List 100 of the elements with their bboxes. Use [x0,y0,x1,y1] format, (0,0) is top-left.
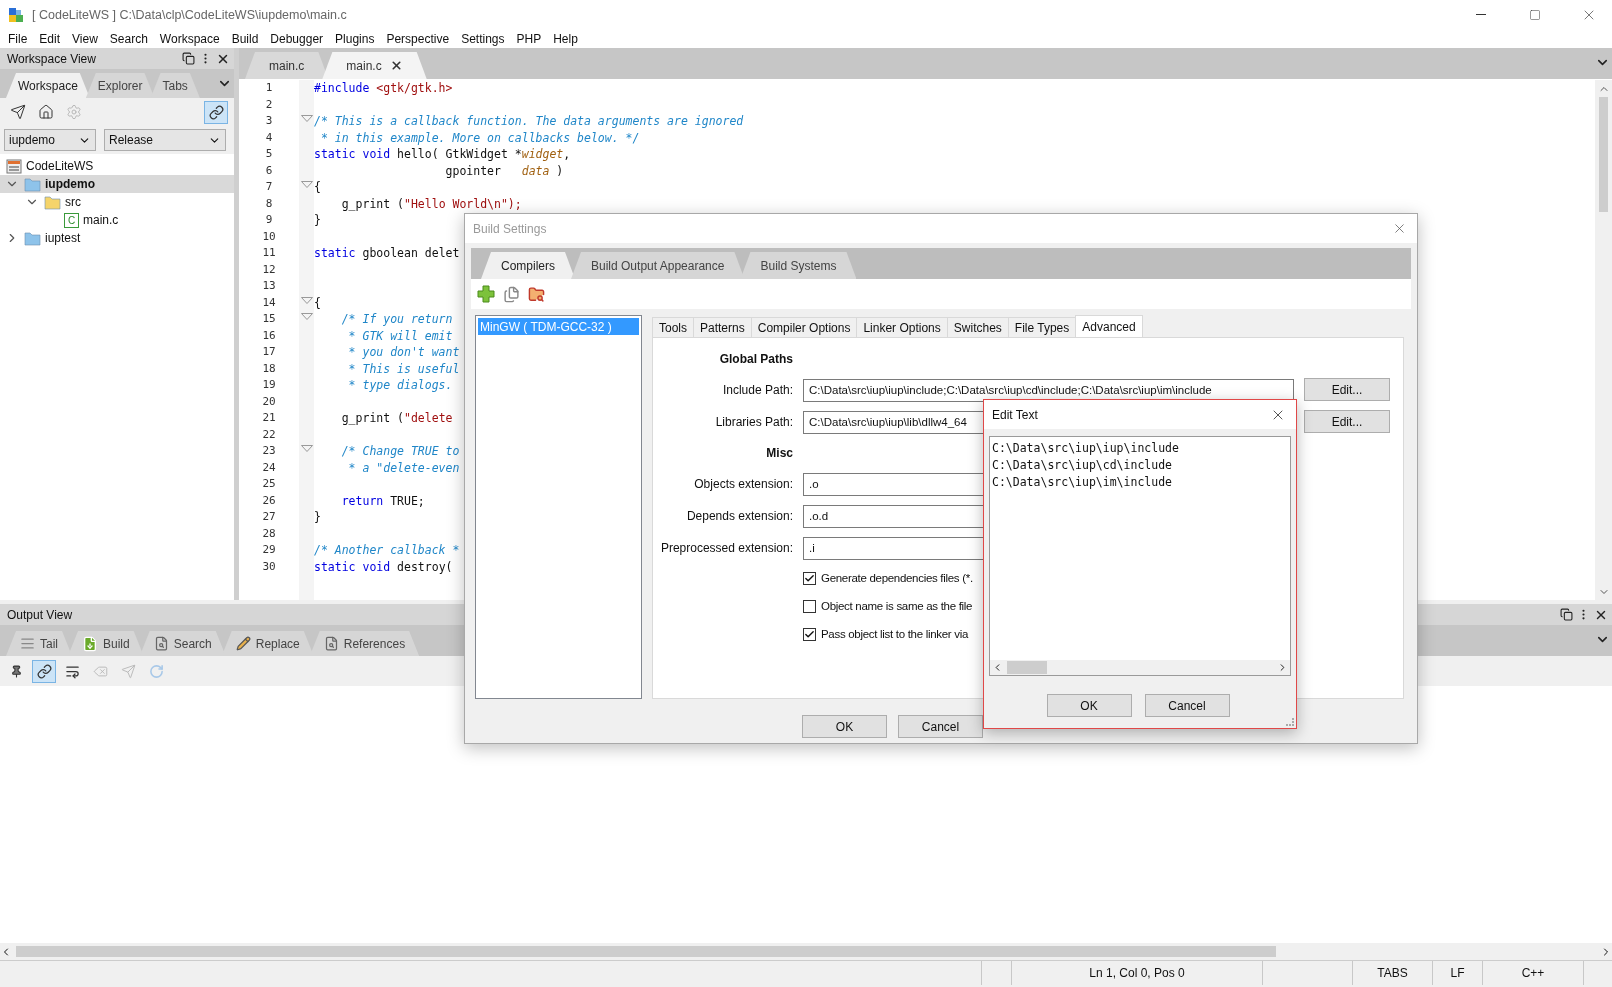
line-number: 4 [264,129,274,146]
tab[interactable]: Build Systems [740,252,857,279]
house-icon [38,104,54,120]
project-dropdown[interactable]: iupdemo [4,129,96,151]
text-area[interactable]: C:\Data\src\iup\iup\include C:\Data\src\iup\cd\include C:\Data\src\iup\im\include [989,436,1291,676]
code-line: /* Change TRUE to [340,443,460,460]
dialog-title: Build Settings [473,221,548,236]
line-number: 22 [261,426,277,443]
menu-item[interactable]: Search [103,31,154,46]
horizontal-scrollbar[interactable] [990,660,1290,675]
menu-item[interactable]: Edit [33,31,67,46]
folder-search-icon[interactable] [528,285,545,303]
dialog-button[interactable]: OK [1046,694,1132,717]
toolbar-button[interactable] [204,100,228,124]
scrollbar-thumb[interactable] [1599,97,1608,212]
fold-marker-icon[interactable] [300,296,313,304]
file-tab[interactable]: main.c [322,52,427,79]
line-number: 11 [261,245,277,261]
float-icon[interactable] [1560,608,1573,621]
code-line: #include <gtk/gtk.h> [314,80,453,97]
menu-item[interactable]: Build [225,31,265,46]
tree-item[interactable]: iupdemo [0,175,234,193]
tab[interactable]: References [309,631,420,656]
menu-item[interactable]: Settings [455,31,511,46]
tab[interactable]: Tail [6,631,72,656]
line-number: 3 [264,113,274,129]
tab[interactable]: Build Output Appearance [571,252,745,279]
copy-icon[interactable] [503,285,520,303]
menu-item[interactable]: PHP [510,31,548,46]
tree-item[interactable]: iuptest [0,229,234,247]
scrollbar-thumb[interactable] [1007,661,1047,674]
tab[interactable]: Advanced [1075,315,1143,337]
code-line: * type dialogs. [347,377,453,394]
code-line: g_print ("Hello World\n"); [340,195,522,212]
code-line: static gboolean delet [314,245,460,262]
link-icon [208,104,224,120]
menu-item[interactable]: Workspace [153,31,226,46]
edit-button[interactable]: Edit... [1304,410,1390,433]
dialog-button[interactable]: OK [802,715,887,738]
menu-item[interactable]: Debugger [264,31,330,46]
fold-marker-icon[interactable] [300,313,313,320]
input-field[interactable]: C:\Data\src\iup\iup\include;C:\Data\src\iup\cd\include;C:\Data\src\iup\im\include [803,378,1294,402]
fold-marker-icon[interactable] [300,181,313,188]
minimize-icon [1476,14,1486,15]
close-tab-icon[interactable] [389,59,403,72]
tab[interactable]: Linker Options [856,317,948,337]
tab[interactable]: Workspace [6,73,90,98]
line-number: 17 [261,344,277,360]
line-number: 24 [261,459,277,476]
code-line: gpointer data ) [444,162,564,179]
vertical-scrollbar[interactable] [1595,80,1612,600]
menu-item[interactable]: Perspective [380,31,456,46]
paper-plane-icon [120,663,136,679]
checkbox[interactable] [803,627,816,641]
tab[interactable]: Explorer [85,73,155,98]
tree-item[interactable]: CodeLiteWS [0,157,234,175]
fold-marker-icon[interactable] [300,115,313,122]
checkbox[interactable] [803,599,816,613]
line-number: 19 [261,377,277,393]
scrollbar-thumb[interactable] [16,946,1276,957]
code-line: } [314,509,321,526]
configuration-dropdown[interactable]: Release [104,129,226,151]
tab[interactable]: File Types [1007,317,1077,337]
tab[interactable]: Replace [221,631,314,656]
refresh-icon [148,663,164,679]
menu-item[interactable]: File [2,31,34,46]
line-number: 9 [264,212,274,228]
search-icon [153,636,169,651]
dialog-button[interactable]: Cancel [898,715,983,738]
text-line: C:\Data\src\iup\cd\include [992,457,1172,474]
menu-item[interactable]: View [66,31,104,46]
edit-button[interactable]: Edit... [1304,378,1390,401]
settings-icon [66,104,82,120]
menu-item[interactable]: Plugins [329,31,381,46]
fold-marker-icon[interactable] [300,445,313,452]
line-number: 10 [261,228,277,245]
cursor-position: Ln 1, Col 0, Pos 0 [1089,966,1185,980]
line-number: 29 [261,542,277,558]
line-number: 18 [261,360,277,377]
checkbox-label: Object name is same as the file [821,600,973,612]
tree-item[interactable]: src [0,193,234,211]
float-icon[interactable] [182,52,195,65]
tab[interactable]: Tools [652,317,694,337]
pin-icon [9,664,23,678]
tab[interactable]: Compiler Options [750,317,858,337]
tree-item[interactable]: C main.c [0,211,234,229]
tab[interactable]: Compilers [481,252,575,279]
line-number: 2 [264,96,274,113]
checkbox-label: Generate dependencies files (*. [821,572,973,584]
code-line: { [314,294,321,311]
tab[interactable]: Search [139,631,226,656]
download-file-icon [82,635,98,652]
dialog-button[interactable]: Cancel [1144,694,1230,717]
panel-title: Workspace View [7,51,97,66]
toolbar-button[interactable] [32,659,56,683]
add-icon[interactable] [477,285,495,303]
section-heading: Misc [766,446,793,460]
tab[interactable]: Tabs [150,73,200,98]
checkbox[interactable] [803,571,816,585]
menu-item[interactable]: Help [547,31,584,46]
